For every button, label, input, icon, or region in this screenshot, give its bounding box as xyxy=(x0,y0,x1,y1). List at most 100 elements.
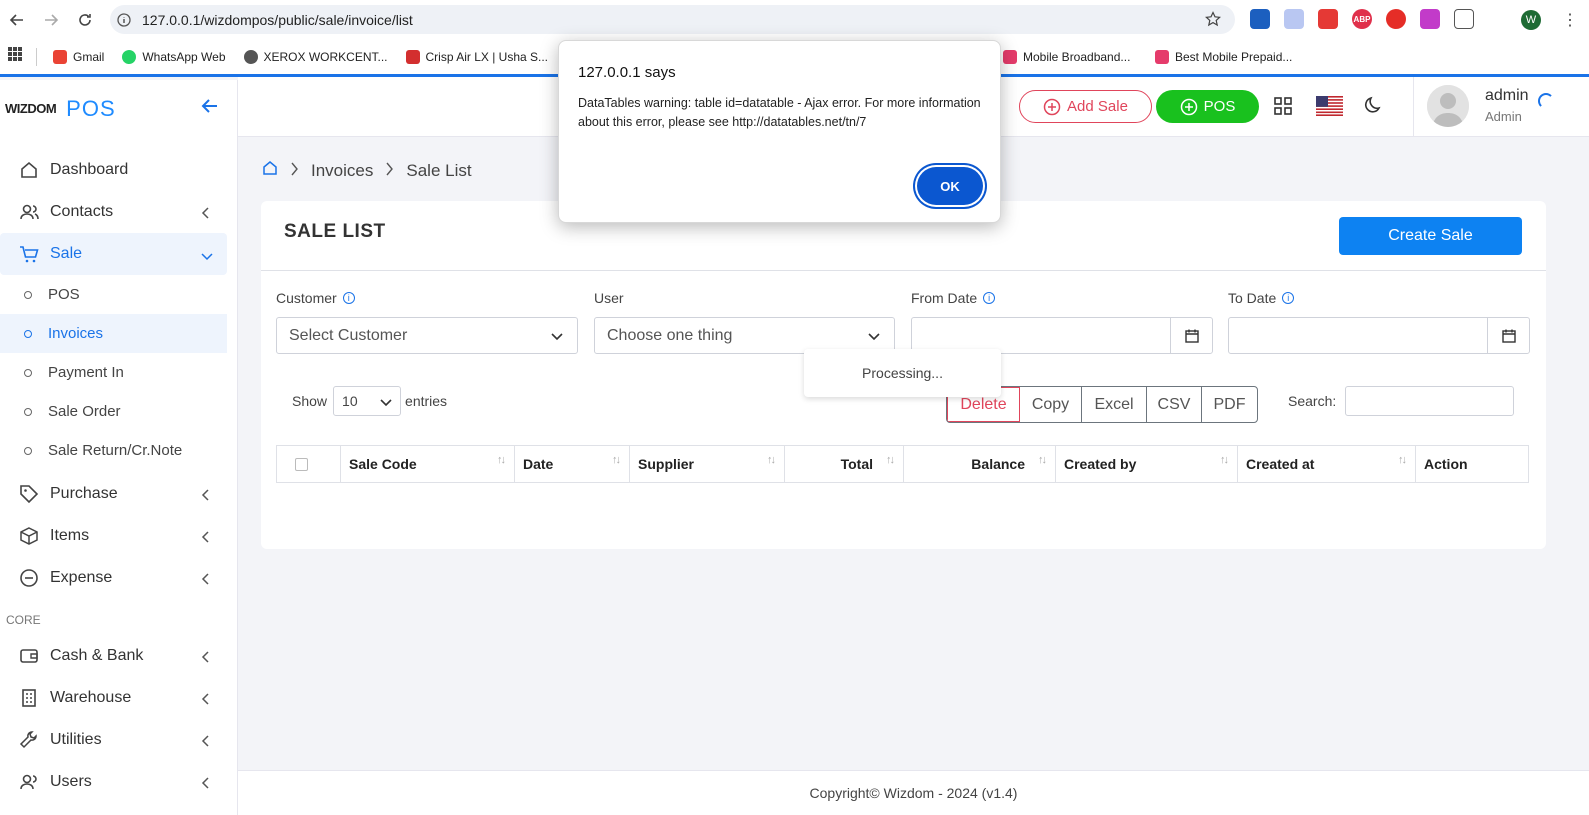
whatsapp-icon xyxy=(122,49,137,64)
ok-button[interactable]: OK xyxy=(917,167,983,205)
tag-icon xyxy=(18,483,40,505)
pdf-button[interactable]: PDF xyxy=(1202,387,1257,422)
customer-select[interactable]: Select Customer xyxy=(276,317,578,354)
user-label: User xyxy=(594,290,624,306)
add-sale-label: Add Sale xyxy=(1067,98,1128,115)
sidebar-item-dashboard[interactable]: Dashboard xyxy=(0,149,237,191)
column-created-at[interactable]: Created at ↑↓ xyxy=(1238,446,1416,482)
extension-icon[interactable] xyxy=(1250,9,1270,29)
apps-grid-icon[interactable] xyxy=(1274,97,1292,120)
sidebar-item-sale[interactable]: Sale xyxy=(0,233,227,275)
app-name: POS xyxy=(66,95,116,121)
bullet-icon xyxy=(24,368,32,377)
minus-circle-icon xyxy=(18,567,40,589)
user-label-text: User xyxy=(594,290,624,306)
cart-icon xyxy=(18,243,40,265)
globe-icon xyxy=(243,49,258,64)
bookmark-star-icon[interactable] xyxy=(1205,11,1221,32)
extension-icon[interactable] xyxy=(1386,9,1406,29)
sidebar-item-sale-return[interactable]: Sale Return/Cr.Note xyxy=(0,431,237,470)
adblock-icon[interactable]: ABP xyxy=(1352,9,1372,29)
browser-menu-icon[interactable]: ⋮ xyxy=(1562,10,1578,30)
dialog-message: DataTables warning: table id=datatable -… xyxy=(578,96,981,129)
pos-button[interactable]: POS xyxy=(1156,90,1259,123)
logo[interactable]: WIZDOM POS xyxy=(0,80,237,137)
extension-icon[interactable] xyxy=(1284,9,1304,29)
sidebar-item-cash-bank[interactable]: Cash & Bank xyxy=(0,635,237,677)
sidebar-item-utilities[interactable]: Utilities xyxy=(0,719,237,761)
wallet-icon xyxy=(18,645,40,667)
bookmark-gmail[interactable]: Gmail xyxy=(53,49,105,64)
sidebar-item-payment-in[interactable]: Payment In xyxy=(0,353,237,392)
create-sale-button[interactable]: Create Sale xyxy=(1339,217,1522,255)
extensions-puzzle-icon[interactable] xyxy=(1454,9,1474,29)
bookmark-xerox[interactable]: XEROX WORKCENT... xyxy=(243,49,388,64)
address-bar[interactable]: 127.0.0.1/wizdompos/public/sale/invoice/… xyxy=(110,5,1235,34)
reload-button[interactable] xyxy=(68,0,102,39)
bookmark-usha[interactable]: Crisp Air LX | Usha S... xyxy=(405,49,548,64)
sidebar-item-label: Payment In xyxy=(48,364,124,381)
collapse-sidebar-icon[interactable] xyxy=(200,96,220,121)
bookmark-broadband[interactable]: Mobile Broadband... xyxy=(1003,50,1130,64)
entries-select[interactable]: 10 xyxy=(333,386,402,416)
from-date-label-text: From Date xyxy=(911,290,978,306)
user-select-value: Choose one thing xyxy=(607,326,733,344)
select-all-checkbox[interactable] xyxy=(295,457,308,471)
sidebar-item-users[interactable]: Users xyxy=(0,761,237,803)
column-total[interactable]: Total ↑↓ xyxy=(785,446,904,482)
search-input[interactable] xyxy=(1345,386,1514,416)
calendar-icon[interactable] xyxy=(1487,318,1529,353)
sidebar-item-items[interactable]: Items xyxy=(0,515,237,557)
alert-dialog: 127.0.0.1 says DataTables warning: table… xyxy=(558,40,1001,223)
bookmark-label: Gmail xyxy=(73,49,105,64)
column-created-by[interactable]: Created by ↑↓ xyxy=(1056,446,1238,482)
apps-grid-icon[interactable] xyxy=(8,47,22,66)
extension-icon[interactable] xyxy=(1318,9,1338,29)
bookmark-prepaid[interactable]: Best Mobile Prepaid... xyxy=(1155,50,1292,64)
chevron-left-icon xyxy=(201,734,211,752)
avatar[interactable] xyxy=(1427,85,1469,127)
download-extension-icon[interactable] xyxy=(1420,9,1440,29)
excel-button[interactable]: Excel xyxy=(1082,387,1147,422)
chevron-right-icon xyxy=(290,161,299,181)
calendar-icon[interactable] xyxy=(1170,318,1212,353)
sidebar-item-expense[interactable]: Expense xyxy=(0,557,237,599)
dark-mode-moon-icon[interactable] xyxy=(1364,95,1384,120)
column-label: Sale Code xyxy=(349,456,417,472)
breadcrumb-invoices[interactable]: Invoices xyxy=(311,161,373,181)
search-label: Search: xyxy=(1288,393,1337,409)
sidebar-item-invoices[interactable]: Invoices xyxy=(0,314,227,353)
sidebar-item-sale-order[interactable]: Sale Order xyxy=(0,392,237,431)
to-date-label-text: To Date xyxy=(1228,290,1277,306)
home-icon[interactable] xyxy=(262,160,278,181)
csv-button[interactable]: CSV xyxy=(1147,387,1202,422)
profile-avatar[interactable]: W xyxy=(1521,10,1541,30)
sidebar-item-purchase[interactable]: Purchase xyxy=(0,473,237,515)
to-date-input[interactable] xyxy=(1228,317,1530,354)
copy-button[interactable]: Copy xyxy=(1020,387,1082,422)
sidebar-item-contacts[interactable]: Contacts xyxy=(0,191,237,233)
airtel-icon xyxy=(1003,50,1017,64)
chevron-down-icon xyxy=(201,248,213,266)
site-info-icon[interactable] xyxy=(110,12,138,27)
sidebar-item-label: Sale Return/Cr.Note xyxy=(48,442,183,459)
chevron-left-icon xyxy=(201,206,211,224)
bookmark-whatsapp[interactable]: WhatsApp Web xyxy=(122,49,226,64)
column-date[interactable]: Date ↑↓ xyxy=(515,446,630,482)
sidebar-item-warehouse[interactable]: Warehouse xyxy=(0,677,237,719)
column-label: Created at xyxy=(1246,456,1315,472)
us-flag-icon[interactable] xyxy=(1316,96,1343,116)
customer-label-text: Customer xyxy=(276,290,337,306)
column-supplier[interactable]: Supplier ↑↓ xyxy=(630,446,785,482)
add-sale-button[interactable]: Add Sale xyxy=(1019,90,1152,123)
back-button[interactable] xyxy=(0,0,34,39)
sidebar-item-pos[interactable]: POS xyxy=(0,275,237,314)
forward-button[interactable] xyxy=(34,0,68,39)
to-date-label: To Date i xyxy=(1228,290,1295,306)
column-sale-code[interactable]: Sale Code ↑↓ xyxy=(341,446,515,482)
user-name[interactable]: admin xyxy=(1485,87,1529,105)
customer-label: Customer i xyxy=(276,290,355,306)
extensions-area: ABP xyxy=(1250,9,1474,29)
column-balance[interactable]: Balance ↑↓ xyxy=(904,446,1056,482)
plus-circle-icon xyxy=(1180,98,1197,115)
